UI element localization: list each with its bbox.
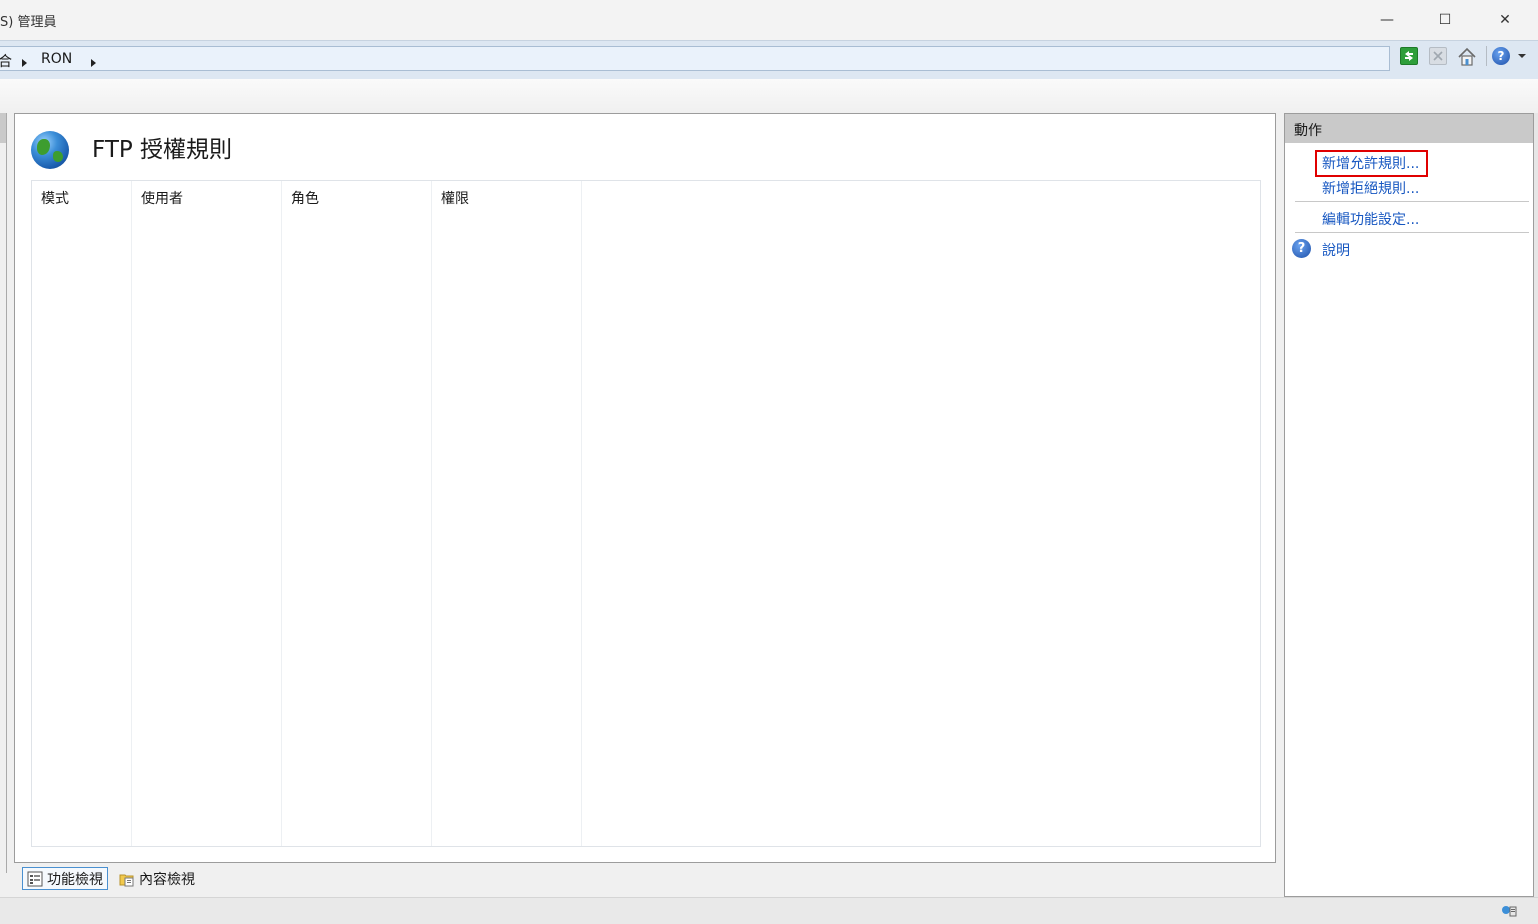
column-header-roles[interactable]: 角色 [291,188,319,208]
stop-icon[interactable] [1429,47,1447,65]
breadcrumb-arrow-icon[interactable] [22,59,27,67]
content-view-button[interactable]: 內容檢視 [115,867,199,890]
content-view-icon [119,874,134,886]
features-view-label: 功能檢視 [47,871,103,888]
column-header-users[interactable]: 使用者 [141,188,183,208]
column-header-mode[interactable]: 模式 [41,188,69,208]
rules-table[interactable]: 模式 使用者 角色 權限 [31,180,1261,847]
help-dropdown-icon[interactable] [1518,54,1526,58]
status-bar [0,897,1538,924]
toolbar-strip [0,79,1538,113]
connections-pane[interactable] [0,143,7,873]
breadcrumb-item[interactable]: 合 [0,51,12,71]
network-status-icon [1501,904,1519,918]
view-switcher: 功能檢視 內容檢視 [14,863,1276,895]
edit-feature-settings-link[interactable]: 編輯功能設定... [1322,209,1419,229]
column-header-permissions[interactable]: 權限 [441,188,469,208]
window-title: S) 管理員 [0,15,57,30]
help-icon[interactable]: ? [1492,47,1510,65]
help-icon: ? [1292,239,1311,258]
minimize-icon: — [1380,12,1394,28]
breadcrumb-item-ron[interactable]: RON [41,51,72,67]
refresh-icon[interactable] [1400,47,1418,65]
feature-panel: FTP 授權規則 模式 使用者 角色 權限 [14,113,1276,863]
features-view-button[interactable]: 功能檢視 [22,867,108,890]
add-allow-rule-link[interactable]: 新增允許規則... [1322,153,1419,173]
add-deny-rule-link[interactable]: 新增拒絕規則... [1322,178,1419,198]
home-icon[interactable] [1457,47,1476,66]
maximize-button[interactable]: ☐ [1416,0,1474,40]
column-users[interactable]: 使用者 [132,181,282,846]
minimize-button[interactable]: — [1358,0,1416,40]
breadcrumb-arrow-icon[interactable] [91,59,96,67]
column-roles[interactable]: 角色 [282,181,432,846]
connections-pane-header [0,113,7,143]
toolbar-divider [1486,46,1487,66]
actions-divider [1295,201,1529,202]
column-permissions[interactable]: 權限 [432,181,582,846]
features-view-icon [27,871,43,886]
scrollbar[interactable] [1534,113,1538,897]
help-link[interactable]: 說明 [1322,240,1350,260]
close-icon: ✕ [1499,12,1511,28]
actions-header-label: 動作 [1294,123,1322,139]
address-bar: 合 RON [0,40,1538,80]
globe-icon [31,131,69,169]
actions-header: 動作 [1285,114,1533,143]
close-button[interactable]: ✕ [1476,0,1534,40]
actions-divider [1295,232,1529,233]
column-mode[interactable]: 模式 [32,181,132,846]
breadcrumb[interactable]: 合 RON [0,46,1390,71]
page-title: FTP 授權規則 [92,137,233,163]
content-view-label: 內容檢視 [139,871,195,888]
title-bar: S) 管理員 — ☐ ✕ [0,0,1538,40]
actions-pane: 動作 新增允許規則... 新增拒絕規則... 編輯功能設定... ? 說明 [1284,113,1534,897]
maximize-icon: ☐ [1438,12,1452,28]
